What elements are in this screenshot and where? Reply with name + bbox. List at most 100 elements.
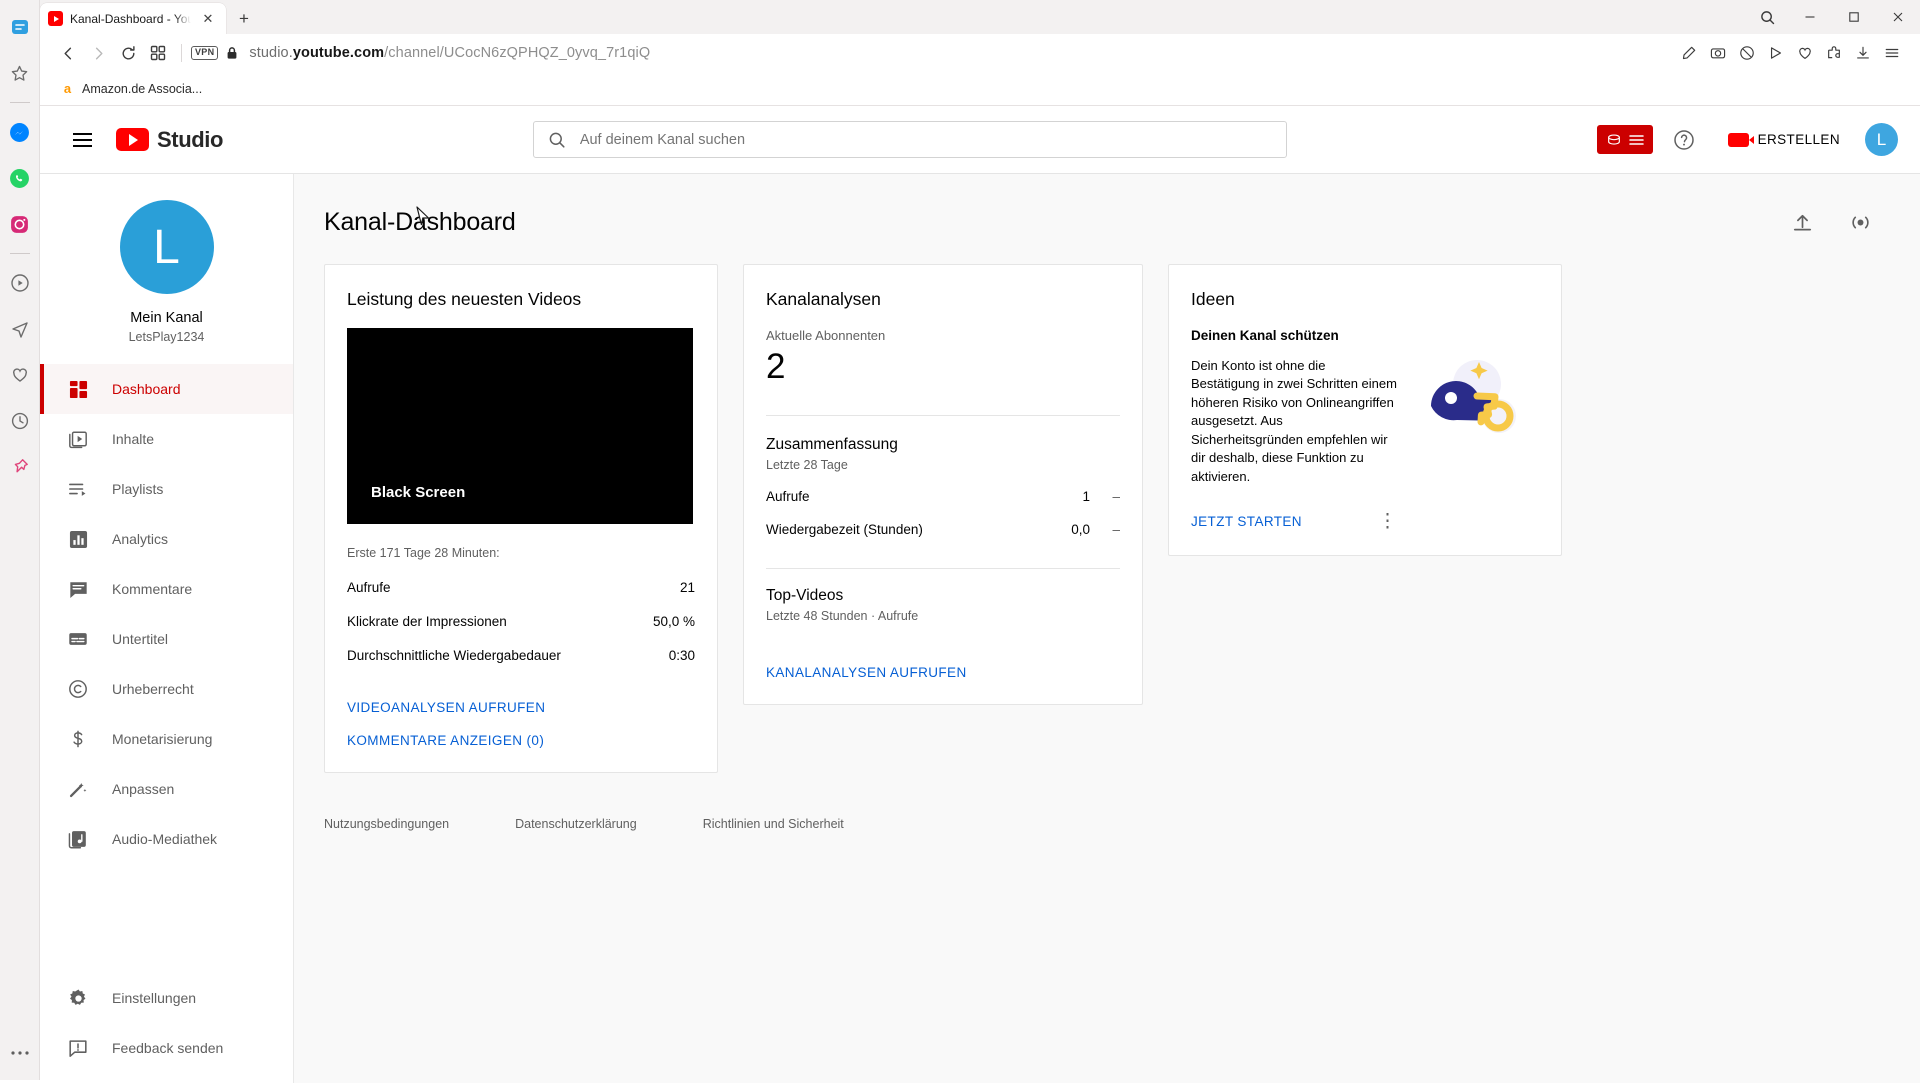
- download-icon[interactable]: [1849, 39, 1877, 67]
- analytics-icon: [66, 530, 90, 549]
- minimize-window-button[interactable]: [1788, 1, 1832, 33]
- channel-avatar[interactable]: L: [119, 200, 214, 294]
- browser-tab[interactable]: Kanal-Dashboard - YouTub ✕: [40, 3, 226, 34]
- vpn-badge[interactable]: VPN: [191, 46, 219, 60]
- monetization-badge-button[interactable]: [1596, 125, 1653, 154]
- maximize-window-button[interactable]: [1832, 1, 1876, 33]
- browser-search-icon[interactable]: [1750, 1, 1784, 33]
- start-now-link[interactable]: JETZT STARTEN: [1191, 514, 1302, 529]
- adblock-icon[interactable]: [1733, 39, 1761, 67]
- opera-sidebar-rail[interactable]: [0, 0, 40, 1080]
- sidebar-item-monetarisierung[interactable]: Monetarisierung: [40, 714, 293, 764]
- summary-value: 1: [1082, 488, 1090, 504]
- edit-icon[interactable]: [1675, 39, 1703, 67]
- stat-row: Durchschnittliche Wiedergabedauer 0:30: [347, 638, 695, 672]
- bookmarks-bar: a Amazon.de Associa...: [40, 72, 1920, 106]
- sidebar-item-einstellungen[interactable]: Einstellungen: [40, 973, 293, 1023]
- close-window-button[interactable]: [1876, 1, 1920, 33]
- whatsapp-icon[interactable]: [5, 163, 35, 193]
- url-input[interactable]: studio.youtube.com/channel/UCocN6zQPHQZ_…: [249, 45, 1673, 61]
- sidebar-item-label: Urheberrecht: [112, 681, 194, 697]
- footer-link-terms[interactable]: Nutzungsbedingungen: [324, 817, 449, 831]
- list-icon: [1628, 134, 1644, 145]
- browser-toolbar-actions: [1675, 39, 1906, 67]
- address-bar-row: VPN studio.youtube.com/channel/UCocN6zQP…: [40, 34, 1920, 72]
- sidebar-item-feedback[interactable]: Feedback senden: [40, 1023, 293, 1073]
- top-videos-subtitle: Letzte 48 Stunden · Aufrufe: [766, 608, 919, 623]
- footer-link-privacy[interactable]: Datenschutzerklärung: [515, 817, 637, 831]
- reload-button[interactable]: [114, 39, 142, 67]
- sidebar-item-inhalte[interactable]: Inhalte: [40, 414, 293, 464]
- card-title: Ideen: [1191, 289, 1235, 309]
- feedback-icon: [66, 1038, 90, 1058]
- opera-history-icon[interactable]: [5, 406, 35, 436]
- sidebar-item-label: Einstellungen: [112, 990, 197, 1006]
- copyright-icon: [66, 679, 90, 699]
- opera-hearts-icon[interactable]: [5, 360, 35, 390]
- tab-grid-button[interactable]: [144, 39, 172, 67]
- sidebar-item-untertitel[interactable]: Untertitel: [40, 614, 293, 664]
- stat-value: 50,0 %: [652, 613, 695, 629]
- divider: [766, 414, 1120, 416]
- footer-link-policy[interactable]: Richtlinien und Sicherheit: [703, 817, 844, 831]
- lock-icon[interactable]: [225, 46, 239, 60]
- sidebar-item-label: Untertitel: [112, 631, 169, 647]
- bookmark-item[interactable]: a Amazon.de Associa...: [54, 78, 208, 99]
- channel-analytics-card: Kanalanalysen Aktuelle Abonnenten 2 Zusa…: [743, 264, 1143, 705]
- sidebar-item-kommentare[interactable]: Kommentare: [40, 564, 293, 614]
- search-input[interactable]: Auf deinem Kanal suchen: [532, 121, 1287, 158]
- view-channel-analytics-link[interactable]: KANALANALYSEN AUFRUFEN: [766, 631, 1120, 680]
- upload-icon[interactable]: [1782, 202, 1822, 242]
- main-content: Kanal-Dashboard Leistung des neuesten Vi…: [294, 174, 1920, 1083]
- view-video-analytics-link[interactable]: VIDEOANALYSEN AUFRUFEN: [347, 672, 695, 715]
- bookmark-heart-icon[interactable]: [1791, 39, 1819, 67]
- stat-label: Durchschnittliche Wiedergabedauer: [347, 647, 561, 663]
- browser-menu-icon[interactable]: [1878, 39, 1906, 67]
- instagram-icon[interactable]: [5, 209, 35, 239]
- create-button-label: ERSTELLEN: [1757, 132, 1840, 147]
- hamburger-menu-icon[interactable]: [62, 120, 102, 160]
- forward-button[interactable]: [84, 39, 112, 67]
- summary-label: Aufrufe: [766, 488, 810, 504]
- player-icon[interactable]: [1762, 39, 1790, 67]
- studio-wordmark: Studio: [157, 126, 224, 152]
- opera-workspace-icon[interactable]: [5, 12, 35, 42]
- sidebar-item-label: Playlists: [112, 481, 164, 497]
- avatar[interactable]: L: [1864, 123, 1898, 156]
- summary-delta: –: [1112, 488, 1120, 504]
- studio-sidebar: L Mein Kanal LetsPlay1234 Dashboard Inha…: [40, 174, 294, 1083]
- opera-favorites-icon[interactable]: [5, 58, 35, 88]
- create-button[interactable]: ERSTELLEN: [1715, 122, 1853, 158]
- sidebar-item-dashboard[interactable]: Dashboard: [40, 364, 293, 414]
- video-thumbnail[interactable]: Black Screen: [347, 328, 693, 524]
- opera-more-icon[interactable]: [5, 1038, 35, 1068]
- sidebar-item-anpassen[interactable]: Anpassen: [40, 764, 293, 814]
- page-actions: [1782, 202, 1880, 242]
- window-controls: [1750, 0, 1920, 34]
- ideas-card: Ideen Deinen Kanal schützen Dein Konto i…: [1168, 264, 1562, 557]
- sidebar-item-label: Analytics: [112, 531, 169, 547]
- stat-label: Aufrufe: [347, 579, 391, 595]
- sidebar-item-urheberrecht[interactable]: Urheberrecht: [40, 664, 293, 714]
- opera-send-icon[interactable]: [5, 314, 35, 344]
- messenger-icon[interactable]: [5, 117, 35, 147]
- camera-icon[interactable]: [1704, 39, 1732, 67]
- back-button[interactable]: [54, 39, 82, 67]
- studio-logo[interactable]: Studio: [116, 127, 223, 153]
- ideas-text-block: Deinen Kanal schützen Dein Konto ist ohn…: [1191, 328, 1397, 486]
- live-icon[interactable]: [1840, 202, 1880, 242]
- sidebar-item-playlists[interactable]: Playlists: [40, 464, 293, 514]
- new-tab-button[interactable]: +: [234, 9, 254, 29]
- stat-row: Aufrufe 21: [347, 570, 695, 604]
- sidebar-item-audio-mediathek[interactable]: Audio-Mediathek: [40, 814, 293, 864]
- header-actions: ERSTELLEN L: [1596, 121, 1898, 159]
- subscribers-count: 2: [766, 347, 786, 386]
- opera-pin-icon[interactable]: [5, 452, 35, 482]
- view-comments-link[interactable]: KOMMENTARE ANZEIGEN (0): [347, 715, 695, 748]
- sidebar-item-analytics[interactable]: Analytics: [40, 514, 293, 564]
- close-tab-icon[interactable]: ✕: [198, 9, 218, 29]
- opera-player-icon[interactable]: [5, 268, 35, 298]
- ideas-more-icon[interactable]: ⋮: [1378, 512, 1398, 531]
- extensions-icon[interactable]: [1820, 39, 1848, 67]
- help-icon[interactable]: [1665, 121, 1703, 159]
